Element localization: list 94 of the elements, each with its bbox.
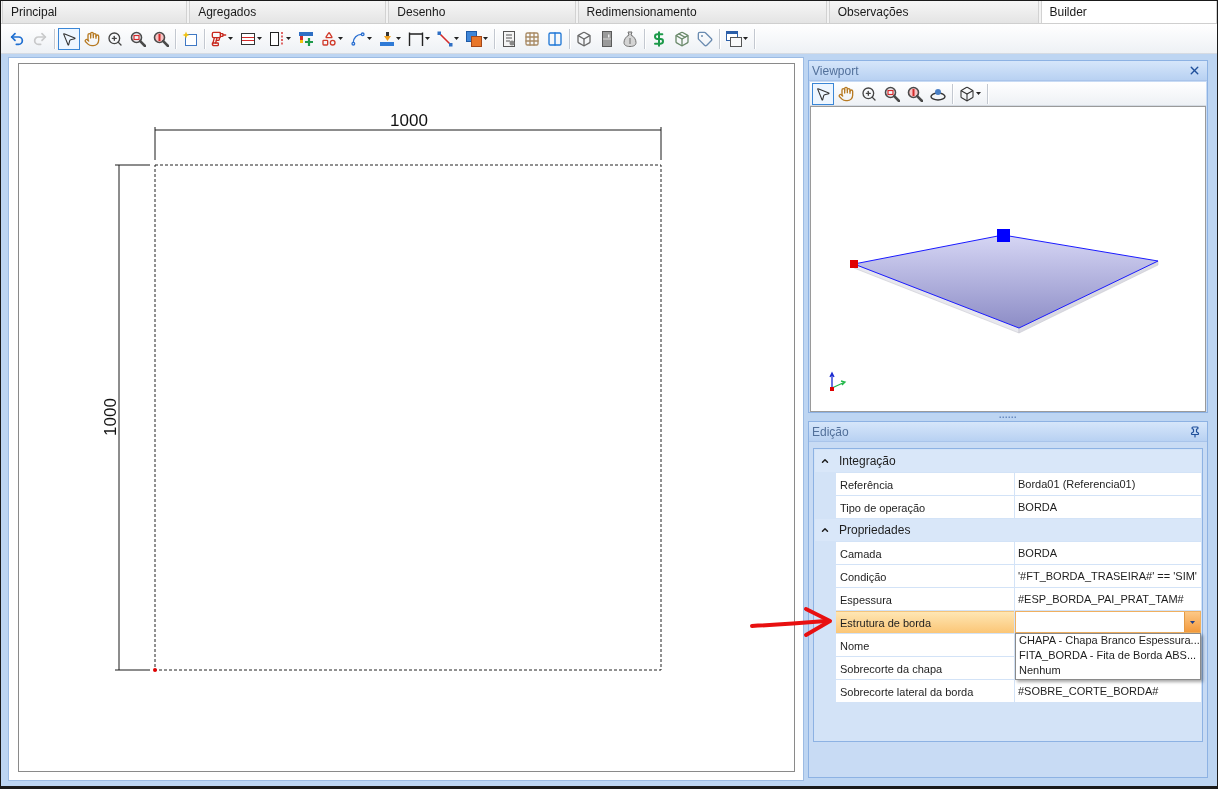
vertex-marker-icon [997, 229, 1010, 242]
collapse-button[interactable] [820, 456, 830, 466]
caret-icon [1190, 620, 1195, 624]
property-label[interactable]: Sobrecorte da chapa [836, 657, 1014, 679]
dropdown-option[interactable]: FITA_BORDA - Fita de Borda ABS... [1016, 649, 1200, 664]
tab[interactable]: Observações [828, 1, 1039, 23]
divided-box-icon [240, 30, 256, 47]
annotation-arrow-icon [750, 604, 834, 640]
dropdown-option[interactable]: CHAPA - Chapa Branco Espessura... [1016, 634, 1200, 649]
magnifier-icon [907, 85, 923, 102]
panel-icon [269, 30, 285, 47]
box-icon [576, 30, 592, 47]
package-icon [674, 30, 690, 47]
edge-icon [379, 30, 395, 47]
tab[interactable]: Builder [1040, 1, 1217, 23]
caret-icon [976, 92, 981, 95]
cube-icon [959, 85, 975, 102]
new-page-icon [182, 30, 198, 47]
grid-icon [524, 30, 540, 47]
select-button[interactable] [812, 82, 834, 105]
magnifier-icon [130, 30, 146, 47]
property-value[interactable]: '#FT_BORDA_TRASEIRA#' == 'SIM' [1015, 565, 1201, 587]
property-value[interactable]: Borda01 (Referencia01) [1015, 473, 1201, 495]
property-value[interactable]: #SOBRE_CORTE_BORDA# [1015, 680, 1201, 702]
dimension-label: 1000 [390, 111, 428, 130]
dropdown-button[interactable] [1184, 612, 1200, 632]
property-value[interactable]: BORDA [1015, 542, 1201, 564]
property-label[interactable]: Espessura [836, 588, 1014, 610]
chevron-up-icon [820, 525, 830, 535]
hand-icon [838, 85, 854, 102]
add-item-icon [298, 30, 314, 47]
caret-icon [743, 37, 748, 40]
columns-icon [547, 30, 563, 47]
hand-icon [84, 30, 100, 47]
dimension-label: 1000 [101, 398, 120, 436]
line-icon [437, 30, 453, 47]
bag-icon [622, 30, 638, 47]
property-value[interactable]: #ESP_BORDA_PAI_PRAT_TAM# [1015, 588, 1201, 610]
category-label: Integração [838, 454, 897, 468]
curve-icon [350, 30, 366, 47]
drill-icon [211, 30, 227, 47]
property-label[interactable]: Nome [836, 634, 1014, 656]
pin-icon [1189, 425, 1201, 438]
tag-icon [697, 30, 713, 47]
property-label[interactable]: Camada [836, 542, 1014, 564]
close-button[interactable] [1188, 64, 1201, 77]
pin-button[interactable] [1189, 425, 1201, 438]
property-label[interactable]: Condição [836, 565, 1014, 587]
caret-icon [228, 37, 233, 40]
caret-icon [454, 37, 459, 40]
property-label[interactable]: Referência [836, 473, 1014, 495]
caret-icon [483, 37, 488, 40]
caret-icon [338, 37, 343, 40]
shapes-icon [321, 30, 337, 47]
axes-icon [829, 371, 847, 391]
caret-icon [367, 37, 372, 40]
drawing-canvas[interactable]: 1000 1000 [18, 63, 795, 772]
panels-icon [466, 30, 482, 47]
select-button[interactable] [58, 27, 80, 50]
dollar-icon [651, 30, 667, 47]
report-icon [501, 30, 517, 47]
tab[interactable]: Redimensionamento [577, 1, 827, 23]
panel-title: Viewport [812, 63, 859, 78]
caret-icon [396, 37, 401, 40]
property-label[interactable]: Estrutura de borda [836, 611, 1014, 633]
point-marker-icon [153, 668, 157, 672]
panel-title: Edição [812, 424, 849, 439]
windows-icon [726, 30, 742, 47]
cabinet-icon [599, 30, 615, 47]
zoom-in-icon [107, 30, 123, 47]
tab[interactable]: Agregados [189, 1, 387, 23]
tab[interactable]: Principal [2, 1, 188, 23]
dimension-icon [408, 30, 424, 47]
grip-icon[interactable] [999, 415, 1017, 419]
pointer-icon [815, 85, 831, 102]
magnifier-icon [884, 85, 900, 102]
vertex-marker-icon [850, 260, 858, 268]
zoom-in-icon [861, 85, 877, 102]
property-label[interactable]: Tipo de operação [836, 496, 1014, 518]
caret-icon [425, 37, 430, 40]
category-label: Propriedades [838, 523, 912, 537]
magnifier-icon [153, 30, 169, 47]
caret-icon [257, 37, 262, 40]
undo-icon [9, 30, 25, 47]
property-value[interactable]: BORDA [1015, 496, 1201, 518]
property-label[interactable]: Sobrecorte lateral da borda [836, 680, 1014, 702]
chevron-up-icon [820, 456, 830, 466]
tab[interactable]: Desenho [388, 1, 576, 23]
caret-icon [286, 37, 291, 40]
redo-icon [32, 30, 48, 47]
close-icon [1188, 64, 1201, 77]
collapse-button[interactable] [820, 525, 830, 535]
pointer-icon [61, 30, 77, 47]
dropdown-option[interactable]: Nenhum [1016, 664, 1200, 679]
